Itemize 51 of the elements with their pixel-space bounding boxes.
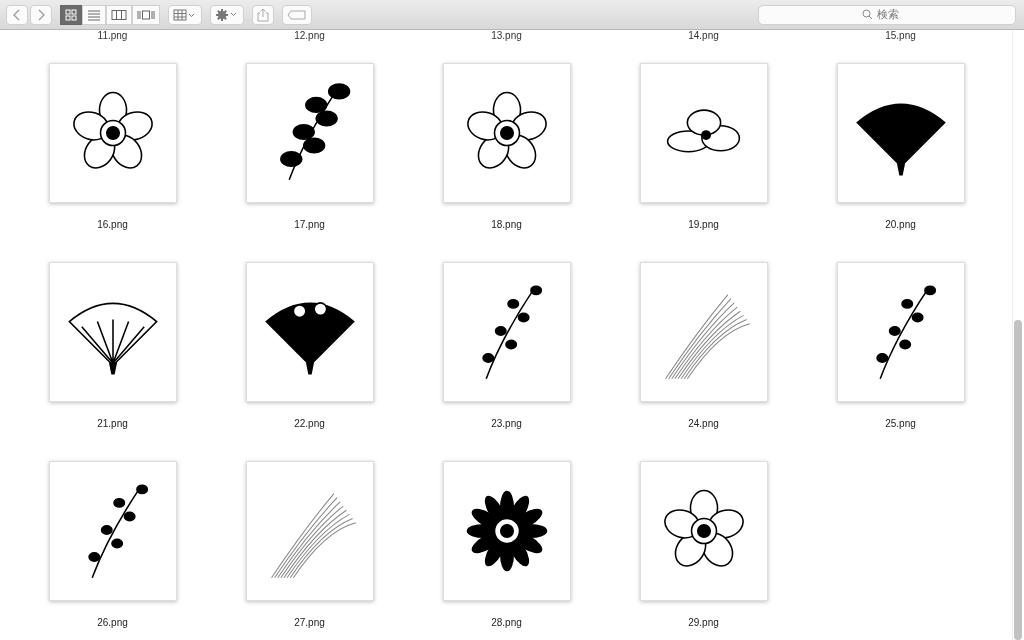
chevron-left-icon	[12, 8, 22, 21]
file-name[interactable]: 20.png	[885, 219, 916, 230]
image-thumbnail[interactable]	[442, 262, 571, 402]
image-thumbnail[interactable]	[836, 262, 965, 402]
grid-icon	[65, 8, 77, 21]
image-thumbnail[interactable]	[245, 63, 374, 203]
file-name[interactable]: 19.png	[688, 219, 719, 230]
file-name[interactable]: 23.png	[491, 418, 522, 429]
file-name: 12.png	[294, 30, 325, 42]
file-name[interactable]: 25.png	[885, 418, 916, 429]
file-name: 14.png	[688, 30, 719, 42]
image-thumbnail[interactable]	[442, 63, 571, 203]
group-by-button[interactable]	[168, 4, 202, 25]
columns-view-button[interactable]	[106, 4, 132, 25]
grid-dropdown-icon	[173, 8, 197, 21]
image-thumbnail[interactable]	[639, 262, 768, 402]
image-thumbnail[interactable]	[639, 461, 768, 601]
search-icon	[862, 9, 873, 21]
file-name[interactable]: 18.png	[491, 219, 522, 230]
image-thumbnail[interactable]	[442, 461, 571, 601]
file-name[interactable]: 22.png	[294, 418, 325, 429]
file-name: 15.png	[885, 30, 916, 42]
tag-icon	[287, 9, 307, 20]
image-thumbnail[interactable]	[639, 63, 768, 203]
icons-view-button[interactable]	[60, 4, 82, 25]
image-thumbnail[interactable]	[245, 461, 374, 601]
file-name[interactable]: 28.png	[491, 617, 522, 628]
image-thumbnail[interactable]	[48, 262, 177, 402]
search-field[interactable]: 検索	[758, 4, 1016, 25]
file-name[interactable]: 17.png	[294, 219, 325, 230]
action-gear-button[interactable]	[210, 4, 244, 25]
share-icon	[257, 7, 269, 22]
file-name[interactable]: 24.png	[688, 418, 719, 429]
scrollbar-thumb[interactable]	[1014, 320, 1022, 640]
file-name: 13.png	[491, 30, 522, 42]
image-thumbnail[interactable]	[836, 63, 965, 203]
file-name: 11.png	[97, 30, 128, 42]
gallery-icon	[137, 8, 155, 21]
file-name[interactable]: 16.png	[97, 219, 128, 230]
file-name[interactable]: 21.png	[97, 418, 128, 429]
gear-dropdown-icon	[215, 7, 239, 22]
image-thumbnail[interactable]	[245, 262, 374, 402]
image-thumbnail[interactable]	[48, 63, 177, 203]
image-thumbnail[interactable]	[48, 461, 177, 601]
file-name[interactable]: 26.png	[97, 617, 128, 628]
file-name[interactable]: 29.png	[688, 617, 719, 628]
gallery-view-button[interactable]	[132, 4, 160, 25]
columns-icon	[111, 8, 127, 21]
chevron-right-icon	[36, 8, 46, 21]
list-icon	[87, 8, 101, 21]
file-name[interactable]: 27.png	[294, 617, 325, 628]
